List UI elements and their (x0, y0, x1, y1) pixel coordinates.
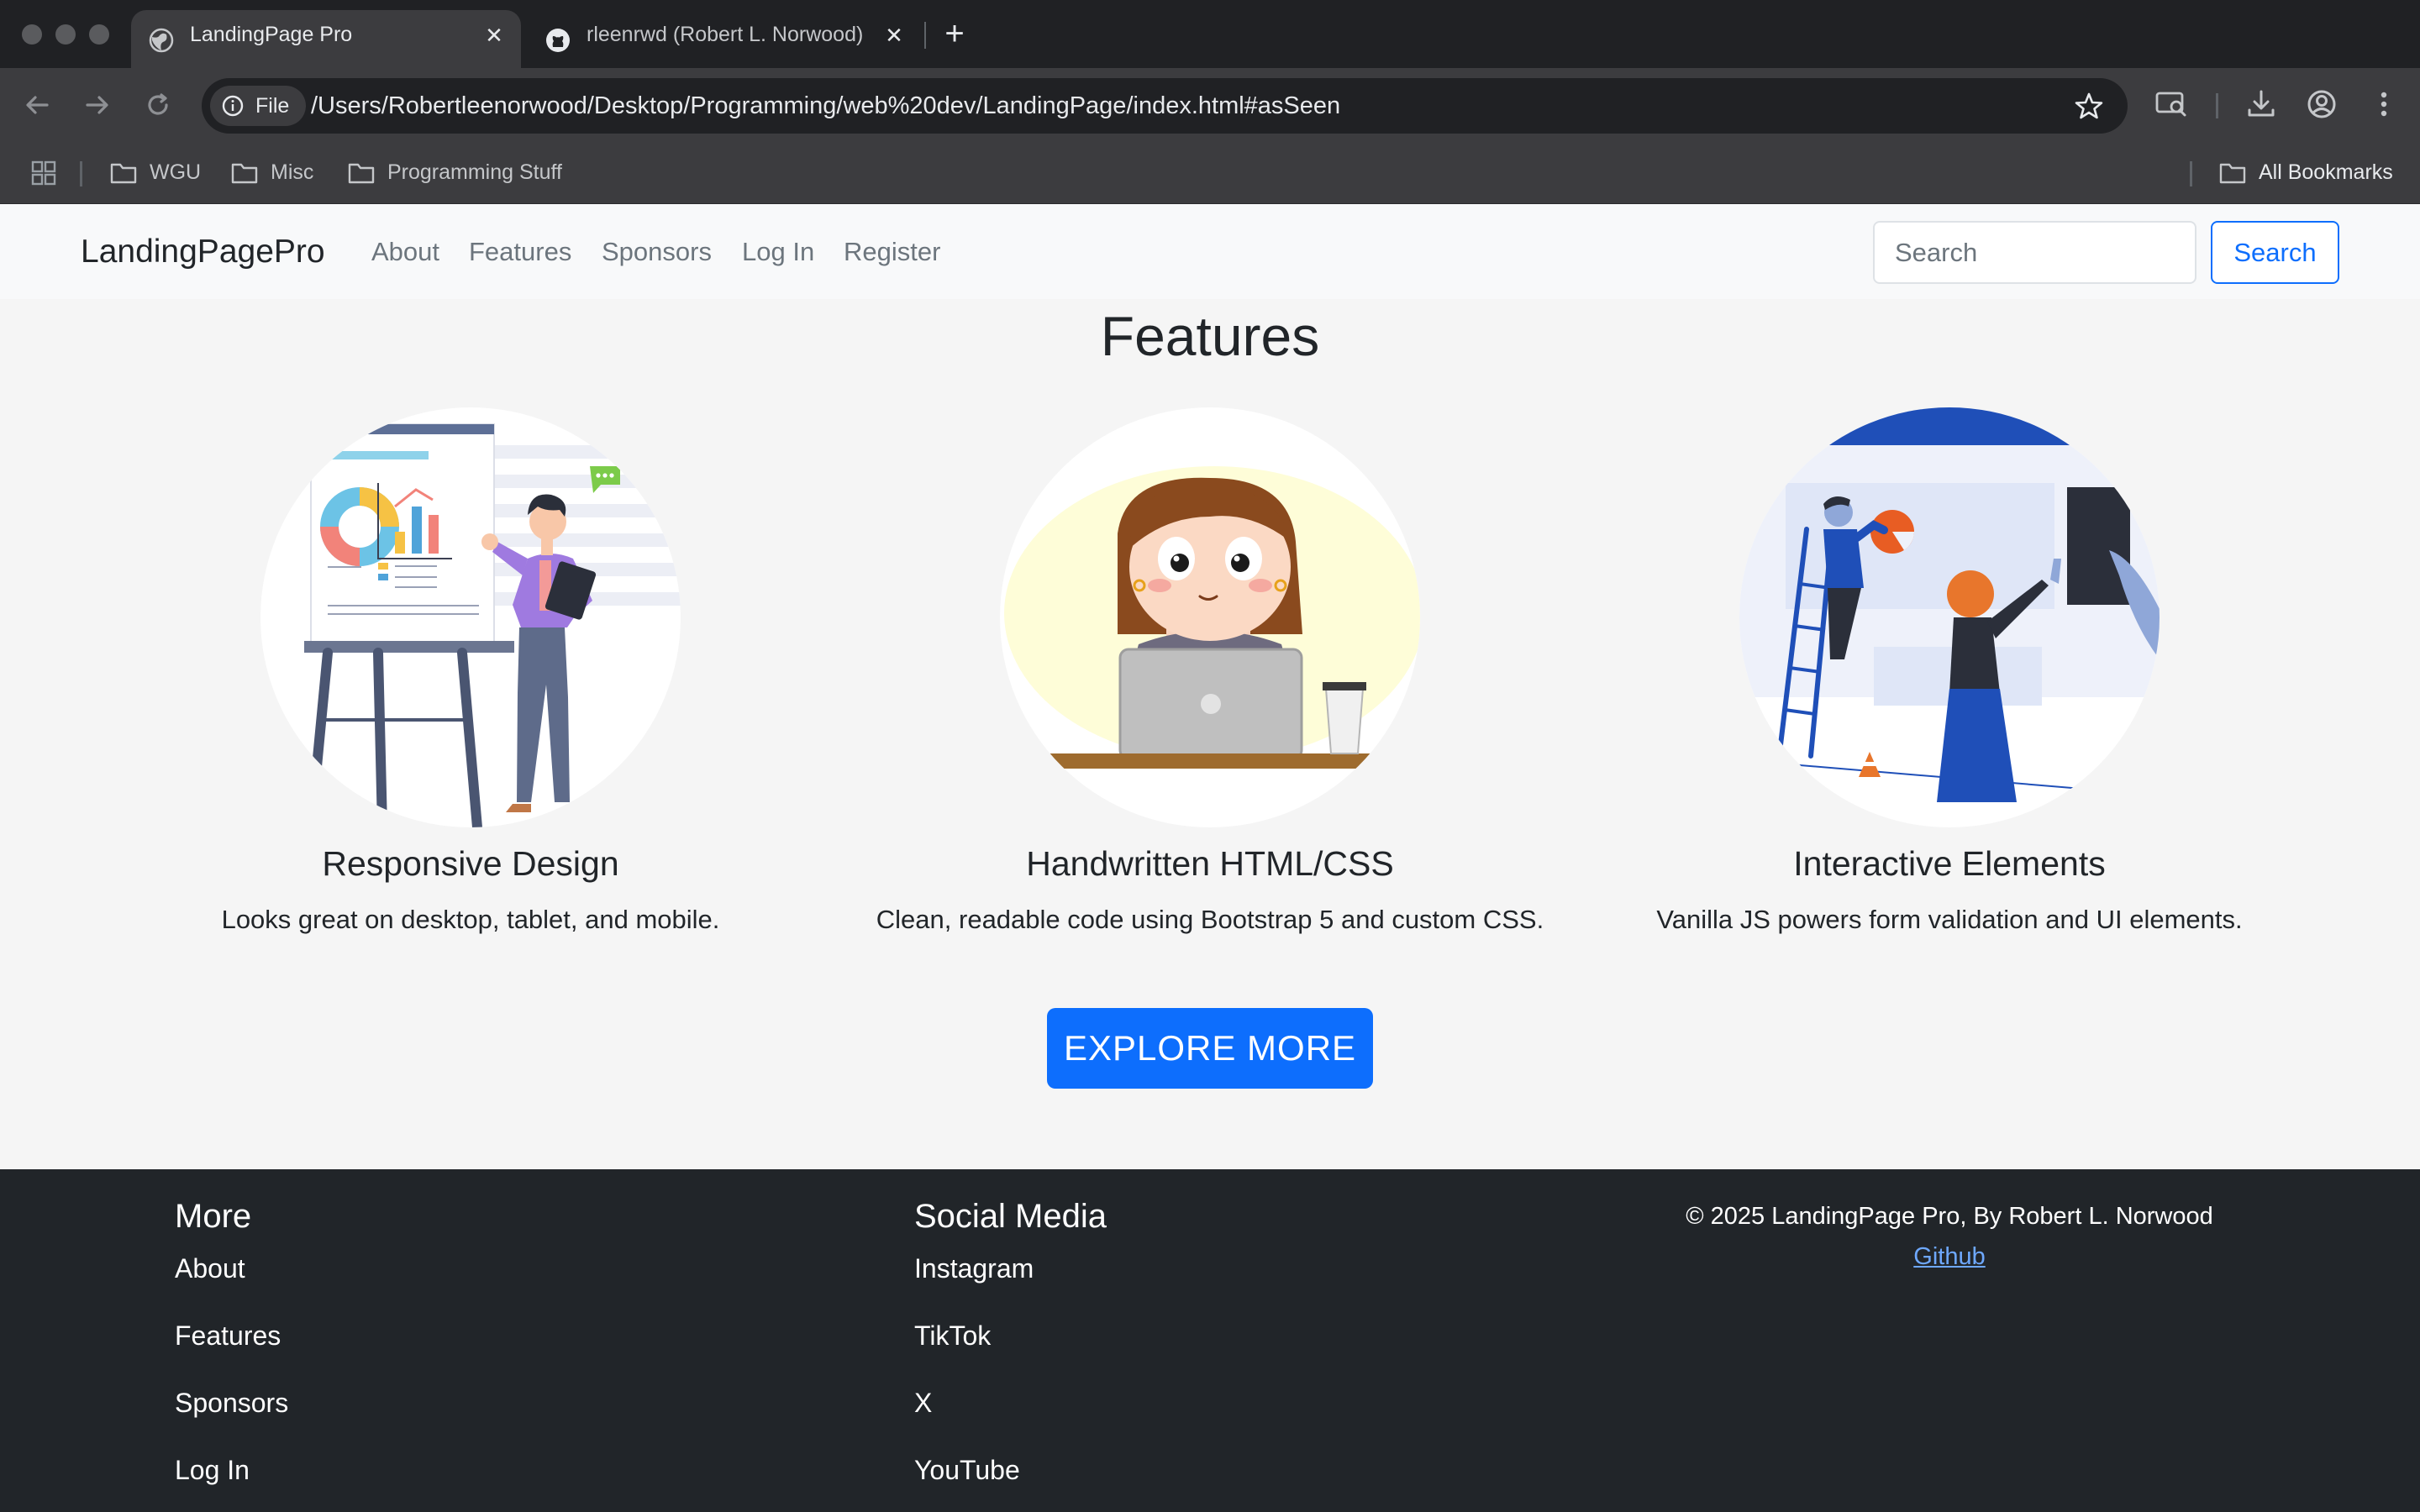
footer-link-sponsors[interactable]: Sponsors (175, 1388, 288, 1419)
search-button[interactable]: Search (2211, 221, 2339, 284)
copyright-text: © 2025 LandingPage Pro, By Robert L. Nor… (1686, 1203, 2213, 1230)
nav-link-log-in[interactable]: Log In (742, 204, 814, 299)
globe-icon (149, 28, 174, 53)
window-zoom-dot[interactable] (89, 24, 109, 45)
bookmark-folder-wgu[interactable]: WGU (109, 141, 201, 204)
feature-description: Looks great on desktop, tablet, and mobi… (221, 905, 720, 934)
back-arrow-icon[interactable] (20, 88, 54, 122)
footer-link-tiktok[interactable]: TikTok (914, 1320, 991, 1352)
site-footer: More About Features Sponsors Log In Soci… (0, 1169, 2420, 1512)
address-bar[interactable]: File /Users/Robertleenorwood/Desktop/Pro… (202, 78, 2128, 134)
tab-github[interactable]: rleenrwd (Robert L. Norwood) ✕ (528, 10, 923, 68)
download-icon[interactable] (2244, 87, 2279, 122)
site-info-chip[interactable]: File (210, 86, 306, 126)
footer-link-features[interactable]: Features (175, 1320, 281, 1352)
bookmark-label: Programming Stuff (387, 160, 562, 184)
site-navbar: LandingPagePro About Features Sponsors L… (0, 204, 2420, 299)
bookmark-divider (2190, 161, 2192, 186)
footer-link-log-in[interactable]: Log In (175, 1455, 250, 1486)
forward-arrow-icon[interactable] (81, 88, 114, 122)
tab-title: LandingPage Pro (190, 23, 353, 46)
window-close-dot[interactable] (22, 24, 42, 45)
feature-description: Vanilla JS powers form validation and UI… (1656, 905, 2243, 934)
bookmark-divider (80, 161, 82, 186)
bookmark-folder-programming-stuff[interactable]: Programming Stuff (347, 141, 562, 204)
github-icon (546, 29, 570, 52)
tab-divider (924, 22, 926, 49)
bookmark-label: WGU (150, 160, 202, 184)
all-bookmarks-label: All Bookmarks (2259, 160, 2393, 184)
nav-link-about[interactable]: About (371, 204, 439, 299)
feature-title: Interactive Elements (1793, 844, 2106, 883)
feature-title: Responsive Design (322, 844, 619, 883)
folder-icon (2219, 163, 2246, 183)
nav-link-features[interactable]: Features (469, 204, 571, 299)
footer-social-heading: Social Media (914, 1198, 1107, 1235)
toolbar-divider (2216, 93, 2218, 118)
responsive-design-illustration (260, 407, 681, 827)
bookmark-folder-misc[interactable]: Misc (230, 141, 313, 204)
brand-logo-text[interactable]: LandingPagePro (81, 204, 325, 299)
new-tab-plus-icon[interactable]: + (939, 15, 970, 52)
cast-search-icon[interactable] (2154, 87, 2189, 122)
info-icon (222, 95, 244, 117)
footer-link-x[interactable]: X (914, 1388, 932, 1419)
tab-title: rleenrwd (Robert L. Norwood) (587, 23, 864, 46)
window-minimize-dot[interactable] (55, 24, 76, 45)
folder-icon (110, 163, 137, 183)
reload-icon[interactable] (141, 88, 175, 122)
features-heading: Features (1100, 305, 1320, 367)
handwritten-code-illustration (1000, 407, 1420, 827)
search-input[interactable] (1873, 221, 2196, 284)
browser-toolbar: File /Users/Robertleenorwood/Desktop/Pro… (0, 68, 2420, 141)
browser-tab-strip: LandingPage Pro ✕ rleenrwd (Robert L. No… (0, 0, 2420, 68)
nav-link-register[interactable]: Register (844, 204, 940, 299)
feature-title: Handwritten HTML/CSS (1026, 844, 1394, 883)
bookmark-star-icon[interactable] (2074, 91, 2104, 121)
folder-icon (231, 163, 258, 183)
nav-link-sponsors[interactable]: Sponsors (602, 204, 712, 299)
folder-icon (348, 163, 375, 183)
github-link[interactable]: Github (1512, 1243, 2386, 1271)
interactive-elements-illustration (1739, 407, 2160, 827)
footer-link-instagram[interactable]: Instagram (914, 1253, 1034, 1284)
apps-grid-icon[interactable] (30, 160, 57, 186)
explore-more-button[interactable]: EXPLORE MORE (1047, 1008, 1373, 1089)
feature-description: Clean, readable code using Bootstrap 5 a… (876, 905, 1544, 934)
tab-close-icon[interactable]: ✕ (882, 24, 906, 47)
more-menu-icon[interactable] (2366, 87, 2402, 122)
all-bookmarks-button[interactable]: All Bookmarks (2218, 141, 2393, 204)
url-text[interactable]: /Users/Robertleenorwood/Desktop/Programm… (311, 78, 1340, 134)
footer-link-youtube[interactable]: YouTube (914, 1455, 1020, 1486)
tab-close-icon[interactable]: ✕ (482, 24, 506, 47)
bookmarks-bar: WGU Misc Programming Stuff All Bookmarks (0, 141, 2420, 204)
bookmark-label: Misc (271, 160, 314, 184)
tab-landingpage-pro[interactable]: LandingPage Pro ✕ (131, 10, 521, 68)
file-label: File (255, 94, 290, 118)
footer-link-about[interactable]: About (175, 1253, 245, 1284)
profile-icon[interactable] (2304, 87, 2339, 122)
footer-more-heading: More (175, 1198, 252, 1235)
